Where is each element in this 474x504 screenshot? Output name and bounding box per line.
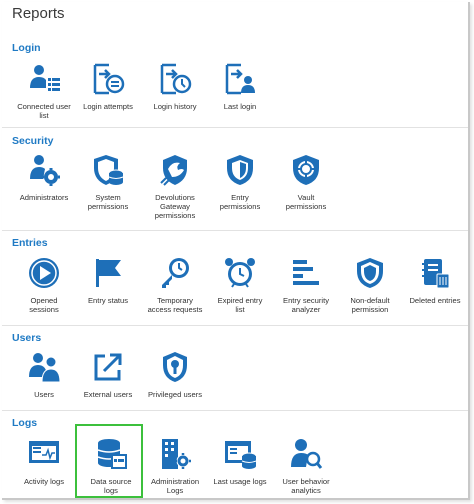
activity-monitor-icon — [27, 437, 61, 471]
tile-label: User behavior analytics — [282, 477, 330, 495]
shield-icon — [223, 153, 257, 187]
tile-label: Expired entry list — [217, 296, 263, 314]
report-gateway-permissions[interactable]: Devolutions Gateway permissions — [143, 153, 207, 227]
user-search-icon — [289, 437, 323, 471]
tile-label: External users — [83, 390, 133, 399]
report-activity-logs[interactable]: Activity logs — [12, 437, 76, 498]
bars-icon — [289, 256, 323, 290]
section-title-login: Login — [12, 42, 41, 54]
report-system-permissions[interactable]: System permissions — [76, 153, 140, 227]
admin-gear-icon — [27, 153, 61, 187]
report-entry-permissions[interactable]: Entry permissions — [208, 153, 272, 227]
play-icon — [27, 256, 61, 290]
report-opened-sessions[interactable]: Opened sessions — [12, 256, 76, 330]
user-list-icon — [27, 62, 61, 96]
tile-label: Last usage logs — [213, 477, 267, 486]
section-divider — [2, 410, 468, 411]
selection-highlight — [75, 424, 143, 498]
report-last-usage-logs[interactable]: Last usage logs — [208, 437, 272, 498]
section-title-entries: Entries — [12, 237, 48, 249]
report-temporary-access-requests[interactable]: Temporary access requests — [143, 256, 207, 330]
report-login-history[interactable]: Login history — [143, 62, 207, 136]
tile-label: System permissions — [87, 193, 129, 211]
report-users[interactable]: Users — [12, 350, 76, 424]
external-link-icon — [91, 350, 125, 384]
report-administration-logs[interactable]: Administration Logs — [143, 437, 207, 498]
tile-label: Last login — [223, 102, 257, 111]
report-entry-status[interactable]: Entry status — [76, 256, 140, 330]
privileged-shield-icon — [158, 350, 192, 384]
tile-label: Deleted entries — [409, 296, 461, 305]
section-title-users: Users — [12, 332, 42, 344]
tile-label: Entry permissions — [219, 193, 261, 211]
report-privileged-users[interactable]: Privileged users — [143, 350, 207, 424]
building-gear-icon — [158, 437, 192, 471]
tile-label: Login attempts — [83, 102, 133, 111]
deleted-notebook-icon — [418, 256, 452, 290]
report-expired-entry-list[interactable]: Expired entry list — [208, 256, 272, 330]
tile-label: Activity logs — [23, 477, 65, 486]
login-history-icon — [158, 62, 192, 96]
gateway-icon — [158, 153, 192, 187]
report-entry-security-analyzer[interactable]: Entry security analyzer — [274, 256, 338, 330]
temporary-key-icon — [158, 256, 192, 290]
report-last-login[interactable]: Last login — [208, 62, 272, 136]
report-user-behavior-analytics[interactable]: User behavior analytics — [274, 437, 338, 498]
shield-database-icon — [91, 153, 125, 187]
report-connected-user-list[interactable]: Connected user list — [12, 62, 76, 136]
report-non-default-permission[interactable]: Non-default permission — [338, 256, 402, 330]
section-title-security: Security — [12, 135, 54, 147]
login-attempts-icon — [91, 62, 125, 96]
tile-label: Privileged users — [147, 390, 203, 399]
page-title: Reports — [12, 5, 65, 22]
report-external-users[interactable]: External users — [76, 350, 140, 424]
report-administrators[interactable]: Administrators — [12, 153, 76, 227]
report-deleted-entries[interactable]: Deleted entries — [403, 256, 467, 330]
alarm-clock-icon — [223, 256, 257, 290]
vault-icon — [289, 153, 323, 187]
reports-panel: Reports Login Connected user list Login … — [2, 2, 470, 500]
section-divider — [2, 230, 468, 231]
tile-label: Entry status — [87, 296, 129, 305]
shield-outline-icon — [353, 256, 387, 290]
report-login-attempts[interactable]: Login attempts — [76, 62, 140, 136]
tile-label: Vault permissions — [285, 193, 327, 211]
flag-icon — [91, 256, 125, 290]
section-divider — [2, 325, 468, 326]
report-vault-permissions[interactable]: Vault permissions — [274, 153, 338, 227]
last-login-icon — [223, 62, 257, 96]
window-database-icon — [223, 437, 257, 471]
section-title-logs: Logs — [12, 417, 38, 429]
section-divider — [2, 127, 468, 128]
users-icon — [27, 350, 61, 384]
